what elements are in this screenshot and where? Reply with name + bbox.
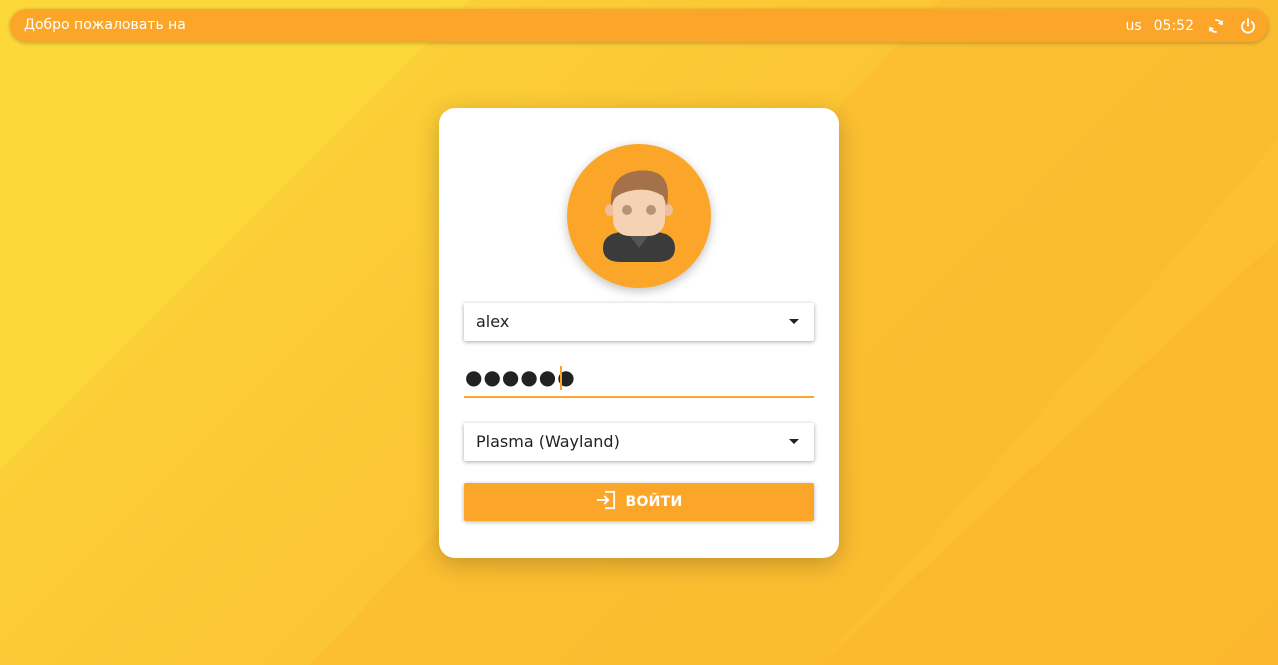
user-select[interactable]: alex: [464, 303, 814, 341]
login-button-label: ВОЙТИ: [625, 494, 683, 510]
login-button[interactable]: ВОЙТИ: [464, 483, 814, 521]
reboot-icon[interactable]: [1206, 16, 1226, 36]
user-avatar: [567, 144, 711, 288]
password-field[interactable]: ●●●●●●: [464, 361, 814, 398]
login-icon: [595, 490, 617, 514]
top-panel: Добро пожаловать на us 05:52: [10, 9, 1268, 42]
clock: 05:52: [1153, 17, 1194, 34]
welcome-text: Добро пожаловать на: [24, 17, 186, 33]
user-select-value: alex: [476, 312, 510, 331]
chevron-down-icon: [789, 439, 799, 444]
keyboard-layout-indicator[interactable]: us: [1125, 18, 1141, 34]
avatar-person-icon: [603, 170, 675, 262]
login-card: alex ●●●●●● Plasma (Wayland) ВОЙТИ: [439, 108, 839, 558]
session-select[interactable]: Plasma (Wayland): [464, 423, 814, 461]
text-cursor: [560, 366, 562, 390]
power-icon[interactable]: [1238, 16, 1258, 36]
chevron-down-icon: [789, 319, 799, 324]
top-panel-controls: us 05:52: [1125, 9, 1258, 42]
session-select-value: Plasma (Wayland): [476, 432, 620, 451]
